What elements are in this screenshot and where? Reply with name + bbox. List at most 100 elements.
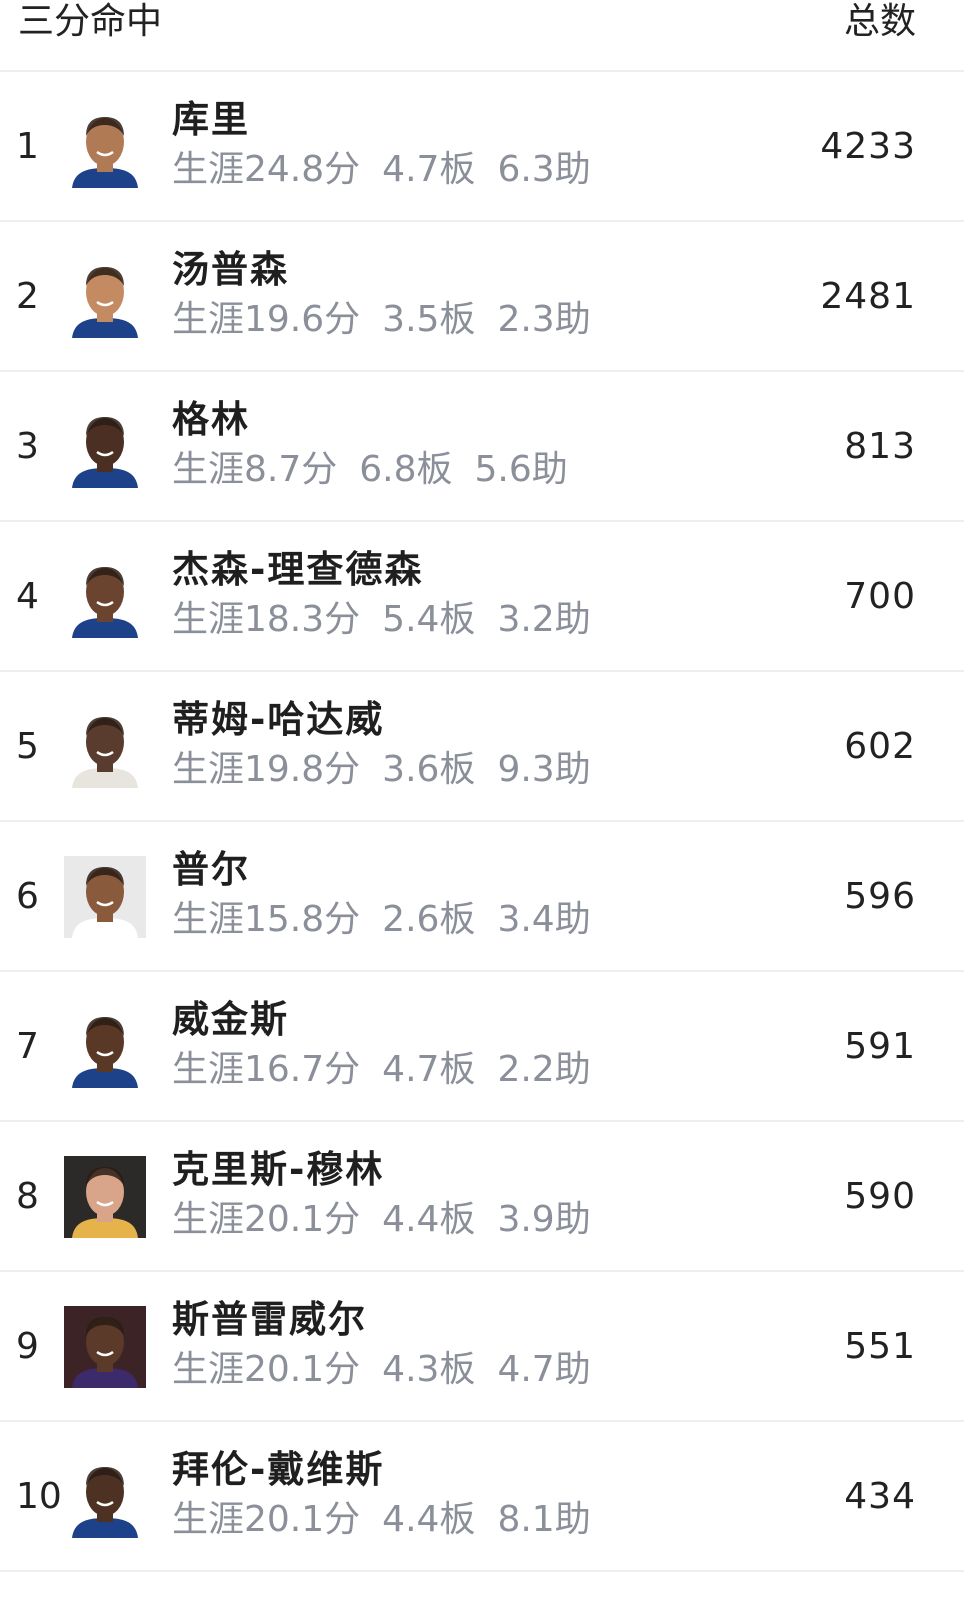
player-headshot-icon [64, 856, 146, 938]
player-row[interactable]: 4 杰森-理查德森 生涯18.3分 5.4板 3.2助 700 [0, 522, 964, 672]
player-row[interactable]: 6 普尔 生涯15.8分 2.6板 3.4助 596 [0, 822, 964, 972]
career-stats: 生涯24.8分 4.7板 6.3助 [172, 146, 591, 194]
player-avatar[interactable] [64, 256, 146, 338]
rank-number: 6 [16, 876, 39, 917]
career-rebounds: 4.7板 [382, 1049, 476, 1090]
career-rebounds: 3.6板 [382, 749, 476, 790]
player-row[interactable]: 9 斯普雷威尔 生涯20.1分 4.3板 4.7助 551 [0, 1272, 964, 1422]
player-avatar[interactable] [64, 406, 146, 488]
player-name[interactable]: 威金斯 [172, 996, 289, 1044]
career-assists: 8.1助 [497, 1499, 591, 1540]
player-avatar[interactable] [64, 1006, 146, 1088]
player-headshot-icon [64, 106, 146, 188]
career-rebounds: 4.4板 [382, 1499, 476, 1540]
career-rebounds: 5.4板 [382, 599, 476, 640]
career-points: 生涯20.1分 [172, 1199, 361, 1240]
career-stats: 生涯15.8分 2.6板 3.4助 [172, 896, 591, 944]
player-row[interactable]: 2 汤普森生涯19.6分 3.5板 2.3助 2481 [0, 222, 964, 372]
player-name[interactable]: 普尔 [172, 846, 250, 894]
career-stats: 生涯8.7分 6.8板 5.6助 [172, 446, 568, 494]
career-rebounds: 4.4板 [382, 1199, 476, 1240]
rank-number: 2 [16, 276, 39, 317]
career-rebounds: 2.6板 [382, 899, 476, 940]
player-headshot-icon [64, 556, 146, 638]
career-points: 生涯8.7分 [172, 449, 338, 490]
player-avatar[interactable] [64, 1456, 146, 1538]
rank-number: 5 [16, 726, 39, 767]
three-pointers-made-total: 4233 [820, 126, 916, 167]
player-name[interactable]: 克里斯-穆林 [172, 1146, 384, 1194]
stat-category-title: 三分命中 [18, 1, 163, 42]
player-row[interactable]: 3 格林生涯8.7分 6.8板 5.6助 813 [0, 372, 964, 522]
player-avatar[interactable] [64, 106, 146, 188]
career-assists: 3.2助 [497, 599, 591, 640]
player-name[interactable]: 杰森-理查德森 [172, 546, 423, 594]
three-pointers-made-total: 434 [844, 1476, 916, 1517]
three-pointers-made-total: 551 [844, 1326, 916, 1367]
career-rebounds: 3.5板 [382, 299, 476, 340]
career-points: 生涯18.3分 [172, 599, 361, 640]
three-pointers-made-total: 591 [844, 1026, 916, 1067]
rank-number: 9 [16, 1326, 39, 1367]
career-rebounds: 6.8板 [359, 449, 453, 490]
player-headshot-icon [64, 1456, 146, 1538]
career-points: 生涯15.8分 [172, 899, 361, 940]
player-headshot-icon [64, 1006, 146, 1088]
career-points: 生涯20.1分 [172, 1499, 361, 1540]
career-stats: 生涯19.6分 3.5板 2.3助 [172, 296, 591, 344]
player-avatar[interactable] [64, 706, 146, 788]
player-row[interactable]: 7 威金斯生涯16.7分 4.7板 2.2助 591 [0, 972, 964, 1122]
player-name[interactable]: 斯普雷威尔 [172, 1296, 367, 1344]
three-pointers-made-total: 590 [844, 1176, 916, 1217]
player-avatar[interactable] [64, 1156, 146, 1238]
three-pointers-made-total: 602 [844, 726, 916, 767]
rank-number: 7 [16, 1026, 39, 1067]
three-pointers-made-total: 813 [844, 426, 916, 467]
career-points: 生涯16.7分 [172, 1049, 361, 1090]
career-stats: 生涯20.1分 4.4板 8.1助 [172, 1496, 591, 1544]
career-assists: 2.3助 [497, 299, 591, 340]
player-headshot-icon [64, 1156, 146, 1238]
player-name[interactable]: 蒂姆-哈达威 [172, 696, 384, 744]
player-ranking-list: 1 库里生涯24.8分 4.7板 6.3助 4233 2 汤普森生涯19.6分 3.5板 2.3… [0, 72, 964, 1572]
career-stats: 生涯16.7分 4.7板 2.2助 [172, 1046, 591, 1094]
player-avatar[interactable] [64, 556, 146, 638]
career-assists: 9.3助 [497, 749, 591, 790]
player-name[interactable]: 汤普森 [172, 246, 289, 294]
player-name[interactable]: 格林 [172, 396, 250, 444]
player-name[interactable]: 拜伦-戴维斯 [172, 1446, 384, 1494]
career-assists: 4.7助 [497, 1349, 591, 1390]
career-stats: 生涯20.1分 4.4板 3.9助 [172, 1196, 591, 1244]
player-name[interactable]: 库里 [172, 96, 250, 144]
total-column-header: 总数 [843, 1, 916, 42]
career-stats: 生涯20.1分 4.3板 4.7助 [172, 1346, 591, 1394]
rank-number: 1 [16, 126, 39, 167]
rank-number: 10 [16, 1476, 62, 1517]
career-assists: 5.6助 [474, 449, 568, 490]
leaderboard-header: 三分命中 总数 [0, 0, 964, 72]
player-row[interactable]: 8 克里斯-穆林生涯20.1分 4.4板 3.9助 590 [0, 1122, 964, 1272]
player-headshot-icon [64, 406, 146, 488]
career-stats: 生涯19.8分 3.6板 9.3助 [172, 746, 591, 794]
rank-number: 4 [16, 576, 39, 617]
player-row[interactable]: 10 拜伦-戴维斯生涯20.1分 4.4板 8.1助 434 [0, 1422, 964, 1572]
three-pointers-made-total: 2481 [820, 276, 916, 317]
player-avatar[interactable] [64, 856, 146, 938]
career-points: 生涯24.8分 [172, 149, 361, 190]
career-assists: 3.9助 [497, 1199, 591, 1240]
player-headshot-icon [64, 256, 146, 338]
career-rebounds: 4.7板 [382, 149, 476, 190]
career-assists: 3.4助 [497, 899, 591, 940]
player-row[interactable]: 5 蒂姆-哈达威生涯19.8分 3.6板 9.3助 602 [0, 672, 964, 822]
career-points: 生涯19.6分 [172, 299, 361, 340]
career-assists: 6.3助 [497, 149, 591, 190]
player-headshot-icon [64, 706, 146, 788]
player-row[interactable]: 1 库里生涯24.8分 4.7板 6.3助 4233 [0, 72, 964, 222]
player-avatar[interactable] [64, 1306, 146, 1388]
rank-number: 3 [16, 426, 39, 467]
career-points: 生涯19.8分 [172, 749, 361, 790]
career-stats: 生涯18.3分 5.4板 3.2助 [172, 596, 591, 644]
rank-number: 8 [16, 1176, 39, 1217]
career-points: 生涯20.1分 [172, 1349, 361, 1390]
career-assists: 2.2助 [497, 1049, 591, 1090]
